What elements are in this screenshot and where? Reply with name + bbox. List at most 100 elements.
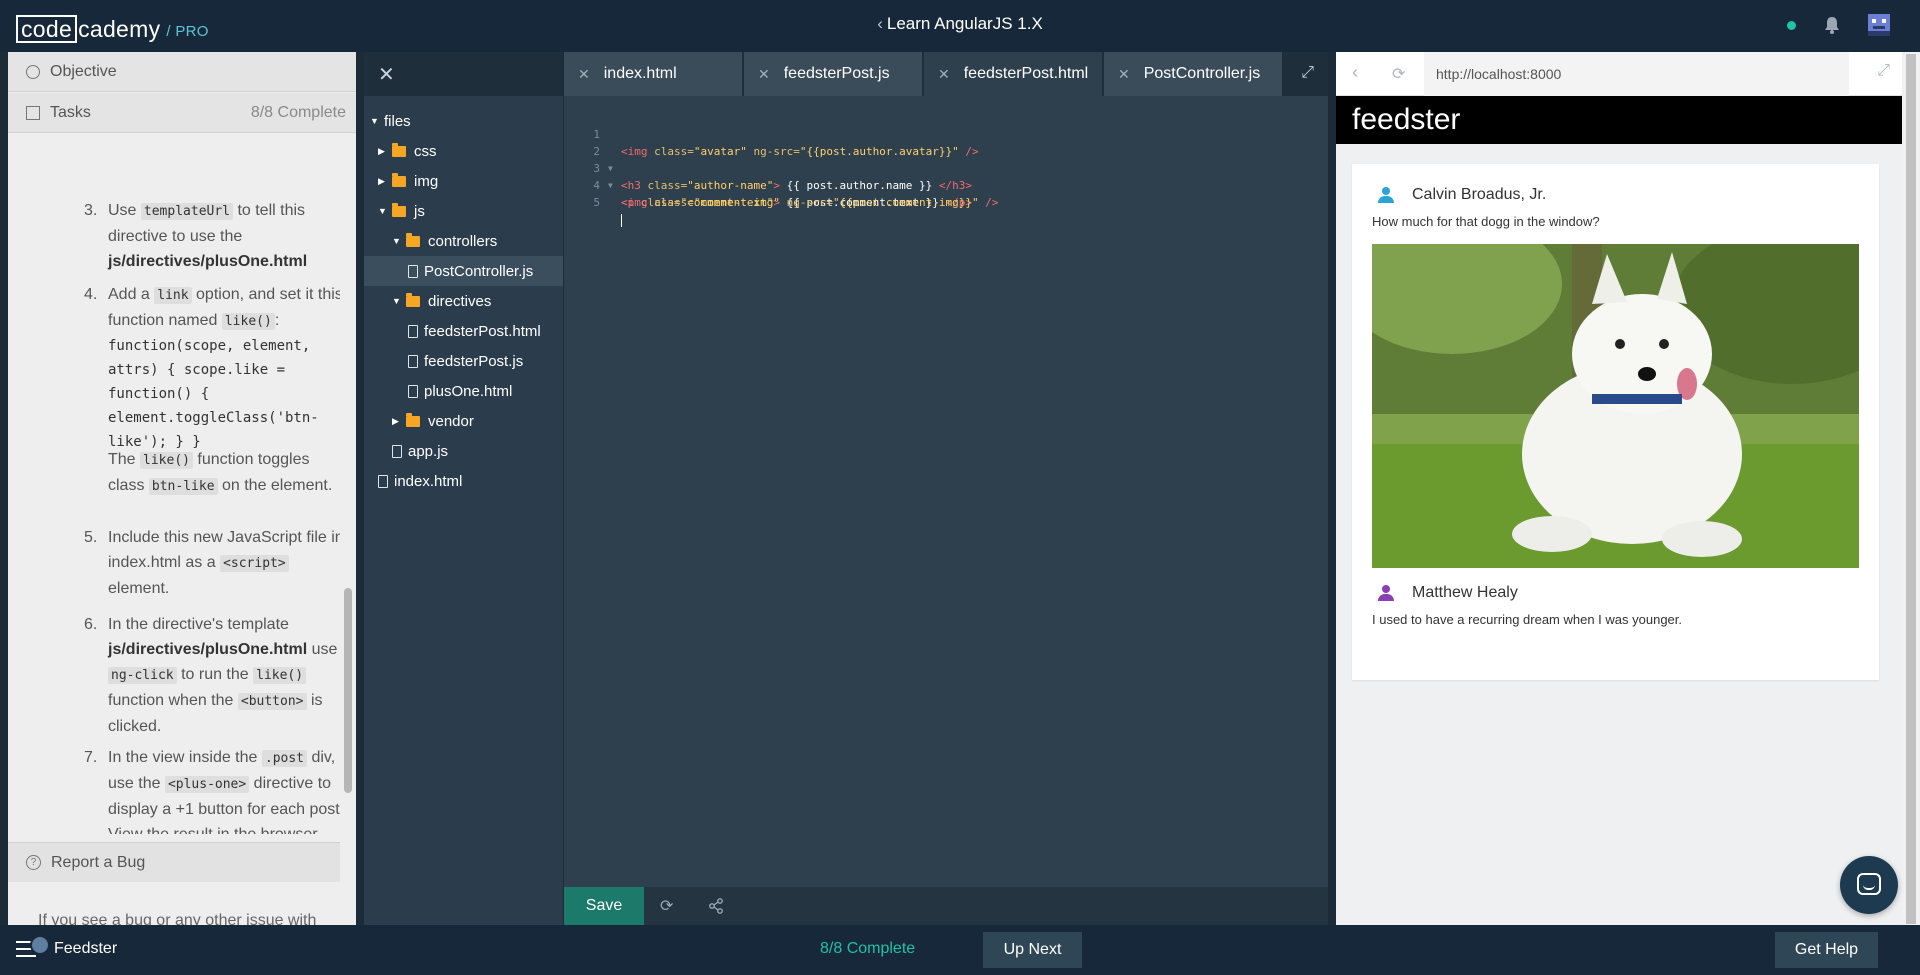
tree-folder-directives[interactable]: ▼ directives [392, 286, 491, 316]
user-avatar-icon[interactable] [1868, 14, 1890, 36]
up-next-button[interactable]: Up Next [983, 932, 1082, 968]
tree-item-label: js [414, 202, 425, 220]
feed-card: Calvin Broadus, Jr. How much for that do… [1352, 164, 1879, 680]
file-icon [378, 474, 388, 488]
task-scrollbar-thumb[interactable] [344, 588, 352, 793]
tree-item-label: css [414, 142, 437, 160]
tree-file-appjs[interactable]: app.js [392, 436, 448, 466]
tree-item-label: app.js [408, 442, 449, 460]
post-author: Calvin Broadus, Jr. [1372, 186, 1600, 204]
close-tab-icon[interactable]: ✕ [758, 66, 770, 83]
objective-header[interactable]: Objective [8, 52, 356, 92]
tree-folder-vendor[interactable]: ▶ vendor [392, 406, 474, 436]
expand-icon[interactable]: ⤢ [1877, 62, 1890, 80]
app-root: code cademy / PRO ‹Learn AngularJS 1.X [0, 0, 1920, 975]
tab-index-html[interactable]: ✕ index.html [564, 52, 742, 96]
close-tab-icon[interactable]: ✕ [578, 66, 590, 83]
browser-preview: ‹ ⟳ http://localhost:8000 ⤢ feedster Cal… [1336, 52, 1902, 925]
browser-toolbar: ‹ ⟳ http://localhost:8000 ⤢ [1336, 52, 1902, 96]
share-icon[interactable] [708, 898, 724, 914]
course-title[interactable]: ‹ Learn AngularJS 1.X [0, 14, 1920, 34]
get-help-button[interactable]: Get Help [1775, 932, 1878, 968]
tree-file-plusone[interactable]: plusOne.html [408, 376, 512, 406]
tree-file-indexhtml[interactable]: index.html [378, 466, 462, 496]
tree-file-postcontroller[interactable]: PostController.js [364, 256, 563, 286]
tree-item-label: PostController.js [424, 262, 534, 280]
tree-folder-controllers[interactable]: ▼ controllers [392, 226, 497, 256]
caret-down-icon: ▼ [378, 206, 387, 216]
tab-postcontroller-js[interactable]: ✕ PostController.js [1104, 52, 1282, 96]
task-4-note: The like() function toggles class btn-li… [108, 447, 340, 499]
task-text: Use [108, 202, 141, 219]
tree-folder-js[interactable]: ▼ js [378, 196, 425, 226]
chat-support-button[interactable] [1840, 856, 1898, 914]
author-name: Matthew Healy [1412, 584, 1518, 601]
caret-right-icon: ▶ [392, 415, 399, 426]
post-2: Matthew Healy I used to have a recurring… [1372, 584, 1682, 627]
tree-item-label: feedsterPost.js [424, 352, 524, 370]
page-scrollbar-thumb[interactable] [1906, 54, 1916, 924]
task-text: use [307, 641, 338, 658]
post-author: Matthew Healy [1372, 584, 1682, 602]
folder-icon [392, 142, 406, 157]
objective-label: Objective [50, 62, 117, 80]
caret-down-icon: ▼ [370, 116, 379, 126]
code-area[interactable]: 1 <img class="avatar" ng-src="{{post.aut… [564, 109, 1328, 227]
report-bug-text: If you see a bug or any other issue with [38, 912, 317, 925]
code-token: <img [621, 196, 648, 209]
page-scrollbar[interactable] [1902, 52, 1920, 925]
task-bold-path: js/directives/plusOne.html [108, 641, 308, 658]
refresh-icon[interactable]: ⟳ [1392, 64, 1405, 84]
task-7: 7. In the view inside the .post div, use… [84, 745, 340, 834]
tree-folder-img[interactable]: ▶ img [378, 166, 438, 196]
expand-icon[interactable]: ⤢ [1301, 64, 1314, 82]
task-scrollbar[interactable] [340, 134, 356, 894]
report-bug-header[interactable]: ? Report a Bug [8, 842, 340, 882]
code-line: 5 [564, 177, 1328, 227]
inline-code: like() [253, 667, 307, 684]
code-line: 2 ▼ <h3 class="author-name"> {{ post.aut… [564, 126, 1328, 192]
bell-icon[interactable] [1824, 16, 1840, 34]
tab-feedsterpost-html[interactable]: ✕ feedsterPost.html [924, 52, 1102, 96]
inline-code: link [154, 287, 192, 304]
close-tab-icon[interactable]: ✕ [938, 66, 950, 83]
back-icon[interactable]: ‹ [1352, 62, 1358, 83]
tree-item-label: img [414, 172, 439, 190]
tree-item-label: index.html [394, 472, 463, 490]
task-4: 4. Add a link option, and set it this fu… [84, 282, 340, 334]
tab-label: index.html [603, 65, 677, 82]
inline-code: ng-click [108, 667, 177, 684]
file-icon [408, 384, 418, 398]
question-icon: ? [26, 855, 41, 870]
person-icon [1378, 187, 1394, 203]
save-button[interactable]: Save [564, 887, 644, 925]
code-line: 3 ▼ <p class="comment-text"> {{ post.com… [564, 143, 1328, 209]
folder-icon [406, 232, 420, 247]
code-line: 1 <img class="avatar" ng-src="{{post.aut… [564, 109, 1328, 158]
caret-down-icon: ▼ [392, 296, 401, 306]
tree-item-label: feedsterPost.html [424, 322, 541, 340]
tree-file-feedsterpost-html[interactable]: feedsterPost.html [408, 316, 541, 346]
close-icon[interactable]: ✕ [378, 62, 395, 87]
task-number: 5. [84, 529, 98, 546]
tab-label: feedsterPost.js [783, 65, 890, 82]
url-bar[interactable]: http://localhost:8000 [1424, 52, 1849, 96]
tree-item-label: files [384, 112, 411, 130]
file-tree-toolbar: ✕ [364, 52, 563, 96]
close-tab-icon[interactable]: ✕ [1118, 66, 1130, 83]
author-name: Calvin Broadus, Jr. [1412, 186, 1547, 203]
task-text: The [108, 451, 141, 468]
caret-down-icon: ▼ [392, 236, 401, 246]
editor-tabs: ✕ index.html ✕ feedsterPost.js ✕ feedsterPo… [564, 52, 1328, 96]
tree-root-files[interactable]: ▼ files [370, 106, 411, 136]
tree-file-feedsterpost-js[interactable]: feedsterPost.js [408, 346, 523, 376]
reset-icon[interactable]: ⟳ [660, 896, 673, 916]
post-1: Calvin Broadus, Jr. How much for that do… [1372, 186, 1600, 229]
target-icon [26, 64, 40, 79]
tree-folder-css[interactable]: ▶ css [378, 136, 437, 166]
task-6: 6. In the directive's template js/direct… [84, 612, 340, 739]
task-4-codeblock: function(scope, element, attrs) { scope.… [108, 338, 319, 450]
tasks-header[interactable]: Tasks 8/8 Complete [8, 93, 356, 133]
task-number: 7. [84, 749, 98, 766]
tab-feedsterpost-js[interactable]: ✕ feedsterPost.js [744, 52, 922, 96]
